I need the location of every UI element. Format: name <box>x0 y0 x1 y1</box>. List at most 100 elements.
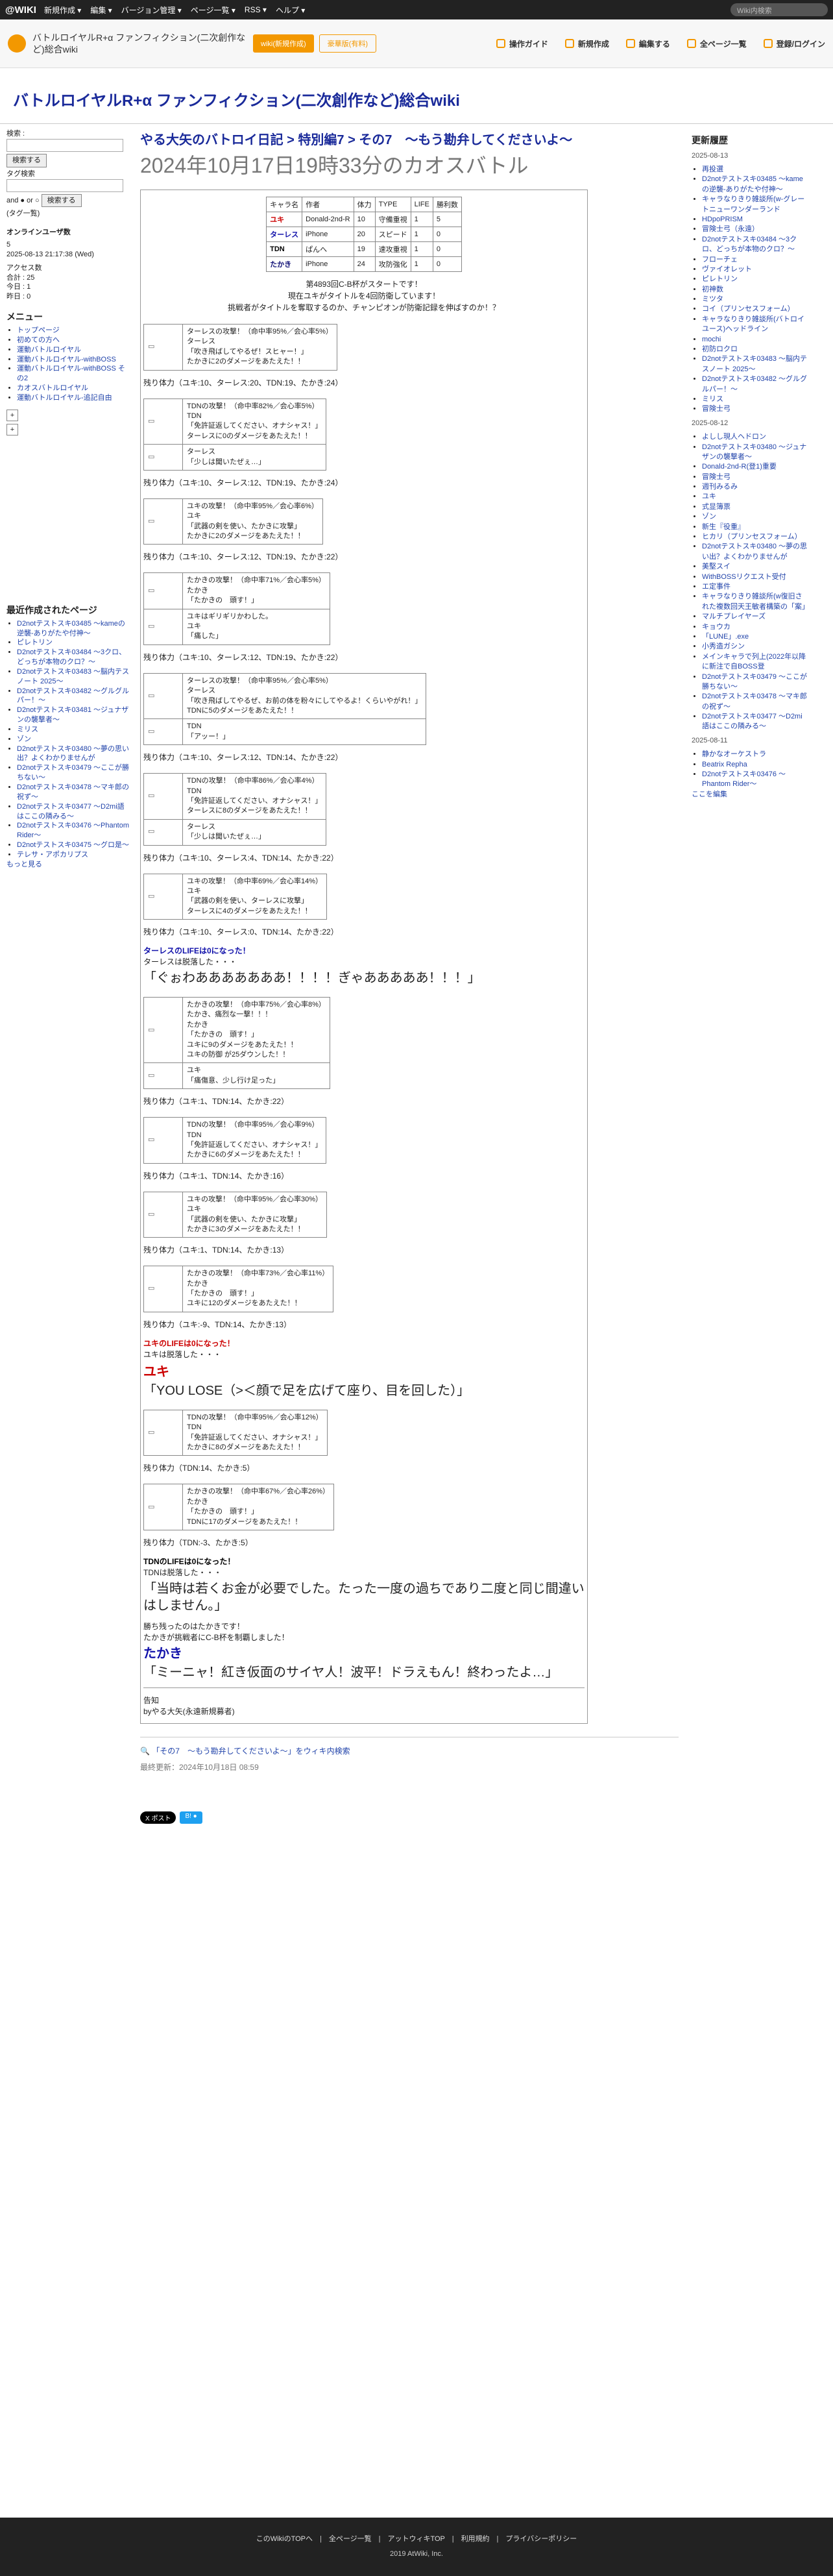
history-item[interactable]: D2notテストスキ03480 〜ジュナザンの襲撃者〜 <box>702 443 806 461</box>
guide-link[interactable]: 操作ガイド <box>496 38 548 49</box>
tag-cloud-link[interactable]: (タグ一覧) <box>6 209 131 219</box>
history-item[interactable]: 初防ロクロ <box>702 345 738 353</box>
recent-item[interactable]: D2notテストスキ03478 〜マキ郎の祝ず〜 <box>17 783 129 801</box>
paid-version-button[interactable]: 豪華版(有料) <box>319 34 376 53</box>
wiki-search-input[interactable]: Wiki内検索 <box>730 3 828 16</box>
history-item[interactable]: キョウカ <box>702 623 730 631</box>
history-item[interactable]: 再投選 <box>702 166 723 173</box>
history-item[interactable]: ピレトリン <box>702 275 738 283</box>
history-item[interactable]: HDpoPRISM <box>702 215 743 223</box>
menu-item[interactable]: 運動バトルロイヤル-withBOSS <box>17 356 116 363</box>
history-item[interactable]: ミツタ <box>702 295 723 303</box>
recent-item[interactable]: ピレトリン <box>17 639 53 646</box>
more-link[interactable]: もっと見る <box>6 861 42 868</box>
menu-item[interactable]: トップページ <box>17 326 60 334</box>
history-item[interactable]: マルチプレイヤーズ <box>702 613 766 620</box>
menu-version[interactable]: バージョン管理 ▾ <box>121 5 182 16</box>
history-item[interactable]: 初神数 <box>702 286 723 293</box>
edit-here-link[interactable]: ここを編集 <box>692 791 727 798</box>
recent-item[interactable]: D2notテストスキ03483 〜脳内テスノート 2025〜 <box>17 668 129 685</box>
history-item[interactable]: D2notテストスキ03476 〜Phantom Rider〜 <box>702 770 786 788</box>
expand-button[interactable]: + <box>6 423 18 435</box>
history-item[interactable]: D2notテストスキ03485 〜kameの逆襲-ありがたや付神〜 <box>702 175 803 193</box>
history-item[interactable]: メインキャラで列上(2022年以降に新注で自BOSS登 <box>702 653 806 670</box>
history-item[interactable]: 冒険士弓（永遠） <box>702 225 759 233</box>
history-item[interactable]: ユキ <box>702 493 716 500</box>
menu-rss[interactable]: RSS ▾ <box>245 5 267 14</box>
recent-item[interactable]: テレサ・アポカリプス <box>17 851 88 859</box>
sidebar-search-button[interactable]: 検索する <box>6 153 47 167</box>
history-item[interactable]: 小秀造ガシン <box>702 643 745 650</box>
history-item[interactable]: WithBOSSリクエスト受付 <box>702 573 786 581</box>
history-item[interactable]: 美堅スイ <box>702 563 730 570</box>
footer-link[interactable]: プライバシーポリシー <box>505 2535 577 2543</box>
history-item[interactable]: 冒険士弓 <box>702 473 730 481</box>
history-item[interactable]: Beatrix Repha <box>702 761 747 768</box>
history-item[interactable]: D2notテストスキ03483 〜脳内テスノート 2025〜 <box>702 355 807 373</box>
menu-item[interactable]: 運動バトルロイヤル-withBOSS その2 <box>17 365 125 382</box>
tag-search-button[interactable]: 検索する <box>41 193 82 208</box>
site-title[interactable]: バトルロイヤルR+α ファンフィクション(二次創作など)総合wiki <box>32 32 253 55</box>
history-item[interactable]: エ定事件 <box>702 583 730 591</box>
or-option[interactable]: or <box>27 197 33 204</box>
new-page-link[interactable]: 新規作成 <box>564 38 609 49</box>
history-item[interactable]: Donald-2nd-R(登1)重要 <box>702 463 777 471</box>
edit-link[interactable]: 編集する <box>625 38 670 49</box>
history-item[interactable]: 冒険士弓 <box>702 405 730 413</box>
recent-item[interactable]: D2notテストスキ03481 〜ジュナザンの襲撃者〜 <box>17 706 128 724</box>
footer-link[interactable]: 利用規約 <box>461 2535 490 2543</box>
menu-item[interactable]: 運動バトルロイヤル-追記自由 <box>17 394 112 402</box>
breadcrumb[interactable]: やる大矢のバトロイ日記 > 特別編7 > その7 〜もう勘弁してくださいよ〜 <box>140 129 679 148</box>
history-item[interactable]: ヒカリ（プリンセスフォーム） <box>702 533 802 541</box>
hatena-share-button[interactable]: B! ● <box>180 1811 202 1824</box>
history-item[interactable]: キャラなりきり雑談所(バトロイユース)ヘッドライン <box>702 315 804 333</box>
sidebar-search-input[interactable] <box>6 138 123 152</box>
menu-item[interactable]: カオスバトルロイヤル <box>17 384 88 392</box>
menu-new[interactable]: 新規作成 ▾ <box>44 5 81 16</box>
atwiki-logo[interactable]: @WIKI <box>5 5 36 16</box>
history-item[interactable]: 新生『役重』 <box>702 523 745 531</box>
recent-item[interactable]: D2notテストスキ03485 〜kameの逆襲-ありがたや付神〜 <box>17 620 125 637</box>
and-option[interactable]: and <box>6 197 18 204</box>
wiki-title[interactable]: バトルロイヤルR+α ファンフィクション(二次創作など)総合wiki <box>0 68 833 124</box>
menu-edit[interactable]: 編集 ▾ <box>90 5 112 16</box>
history-item[interactable]: D2notテストスキ03484 〜3クロ、どっちが本物のクロ？〜 <box>702 236 797 253</box>
recent-item[interactable]: ミリス <box>17 726 38 733</box>
footer-link[interactable]: アットウィキTOP <box>387 2535 444 2543</box>
history-item[interactable]: 静かなオーケストラ <box>702 750 766 758</box>
recent-item[interactable]: D2notテストスキ03477 〜D2mi語はここの隣みる〜 <box>17 803 125 820</box>
history-item[interactable]: D2notテストスキ03477 〜D2mi語はここの隣みる〜 <box>702 713 803 730</box>
history-item[interactable]: ゾン <box>702 513 716 521</box>
all-pages-link[interactable]: 全ページ一覧 <box>686 38 747 49</box>
login-link[interactable]: 登録/ログイン <box>763 38 825 49</box>
history-item[interactable]: ヴァイオレット <box>702 265 752 273</box>
menu-help[interactable]: ヘルプ ▾ <box>276 5 305 16</box>
footer-link[interactable]: このWikiのTOPへ <box>256 2535 313 2543</box>
history-item[interactable]: 式显簿票 <box>702 503 730 511</box>
x-post-button[interactable]: X ポスト <box>140 1811 176 1824</box>
recent-item[interactable]: D2notテストスキ03482 〜グルグルパー！〜 <box>17 687 129 705</box>
history-item[interactable]: ミリス <box>702 395 723 403</box>
tag-search-input[interactable] <box>6 178 123 192</box>
expand-button[interactable]: + <box>6 409 18 421</box>
wiki-create-button[interactable]: wiki(新規作成) <box>253 34 314 53</box>
wiki-search-link[interactable]: 🔍 「その7 〜もう勘弁してくださいよ〜」をウィキ内検索 <box>140 1745 679 1756</box>
history-item[interactable]: D2notテストスキ03478 〜マキ郎の祝ず〜 <box>702 693 807 710</box>
history-item[interactable]: mochi <box>702 336 721 343</box>
menu-item[interactable]: 初めての方へ <box>17 336 60 344</box>
recent-item[interactable]: D2notテストスキ03476 〜Phantom Rider〜 <box>17 822 129 839</box>
history-item[interactable]: 「LUNE」.exe <box>702 633 749 641</box>
history-item[interactable]: 週刊みるみ <box>702 483 738 491</box>
menu-pages[interactable]: ページ一覧 ▾ <box>191 5 235 16</box>
recent-item[interactable]: D2notテストスキ03479 〜ここが勝ちない〜 <box>17 764 129 781</box>
menu-item[interactable]: 運動バトルロイヤル <box>17 346 81 354</box>
history-item[interactable]: D2notテストスキ03482 〜グルグルパー！〜 <box>702 375 807 393</box>
history-item[interactable]: フローチェ <box>702 256 738 264</box>
history-item[interactable]: D2notテストスキ03480 〜夢の思い出？よくわかりませんが <box>702 543 807 560</box>
footer-link[interactable]: 全ページ一覧 <box>329 2535 372 2543</box>
history-item[interactable]: D2notテストスキ03479 〜ここが勝ちない〜 <box>702 673 807 691</box>
recent-item[interactable]: D2notテストスキ03480 〜夢の思い出？よくわかりませんが <box>17 745 129 763</box>
recent-item[interactable]: D2notテストスキ03484 〜3クロ、どっちが本物のクロ？〜 <box>17 648 126 666</box>
recent-item[interactable]: ゾン <box>17 735 31 743</box>
history-item[interactable]: キャラなりきり雑談所(w-グレートニューワンダーランド <box>702 195 804 213</box>
